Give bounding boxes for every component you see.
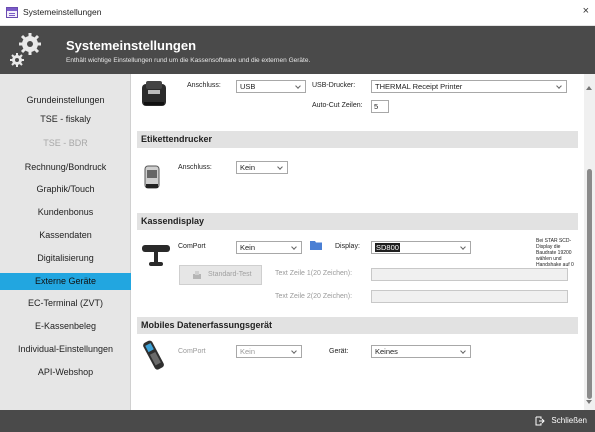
handheld-scanner-icon <box>143 340 164 370</box>
display-comport-value: Kein <box>240 243 256 252</box>
chevron-down-icon <box>293 81 303 92</box>
display-comport-label: ComPort <box>178 243 206 250</box>
sidebar-item-digitalisierung[interactable]: Digitalisierung <box>0 250 131 267</box>
settings-app-icon <box>6 7 18 18</box>
test-icon <box>193 271 201 279</box>
chevron-down-icon <box>458 242 468 253</box>
sidebar-item-api-webshop[interactable]: API-Webshop <box>0 364 131 381</box>
line1-label: Text Zeile 1(20 Zeichen): <box>275 270 353 277</box>
sidebar-item-externe-geraete[interactable]: Externe Geräte <box>0 273 131 290</box>
content-scrollbar[interactable] <box>584 74 595 410</box>
label-connection-dropdown[interactable]: Kein <box>236 161 288 174</box>
standard-test-label: Standard-Test <box>208 271 252 278</box>
page-title: Systemeinstellungen <box>66 38 197 53</box>
sidebar-item-tse-bdr: TSE - BDR <box>43 138 88 148</box>
usb-printer-label: USB-Drucker: <box>312 82 356 89</box>
sidebar-item-individual-einstellungen[interactable]: Individual-Einstellungen <box>0 341 131 358</box>
scroll-up-icon[interactable] <box>586 86 592 90</box>
mobile-comport-value: Kein <box>240 347 256 356</box>
sidebar-item-graphik-touch[interactable]: Graphik/Touch <box>0 181 131 198</box>
usb-printer-dropdown[interactable]: THERMAL Receipt Printer <box>371 80 567 93</box>
sidebar: Grundeinstellungen TSE - fiskaly TSE - B… <box>0 74 131 410</box>
mobile-device-label: Gerät: <box>329 348 349 355</box>
exit-icon <box>535 416 546 426</box>
label-connection-label: Anschluss: <box>178 164 212 171</box>
scroll-down-icon[interactable] <box>586 400 592 404</box>
close-settings-label: Schließen <box>551 416 587 425</box>
sidebar-item-kassendaten[interactable]: Kassendaten <box>0 227 131 244</box>
sidebar-item-rechnung-bondruck[interactable]: Rechnung/Bondruck <box>0 159 131 176</box>
chevron-down-icon <box>275 162 285 173</box>
window-titlebar: Systemeinstellungen × <box>0 0 595 26</box>
line2-input[interactable] <box>371 290 568 303</box>
close-settings-button[interactable]: Schließen <box>535 415 587 427</box>
section-label-printer: Etikettendrucker <box>137 131 578 148</box>
sidebar-item-kundenbonus[interactable]: Kundenbonus <box>0 204 131 221</box>
line1-input[interactable] <box>371 268 568 281</box>
display-type-label: Display: <box>335 243 360 250</box>
chevron-down-icon <box>289 242 299 253</box>
gears-icon <box>10 33 41 67</box>
display-comport-dropdown[interactable]: Kein <box>236 241 302 254</box>
usb-printer-value: THERMAL Receipt Printer <box>375 82 463 91</box>
receipt-printer-icon <box>142 81 166 106</box>
receipt-connection-value: USB <box>240 82 256 91</box>
label-printer-icon <box>144 165 160 189</box>
chevron-down-icon <box>289 346 299 357</box>
sidebar-item-ec-terminal[interactable]: EC-Terminal (ZVT) <box>0 295 131 312</box>
mobile-device-value: Keines <box>375 347 398 356</box>
mobile-comport-label: ComPort <box>178 348 206 355</box>
label-connection-value: Kein <box>240 163 256 172</box>
line2-label: Text Zeile 2(20 Zeichen): <box>275 293 353 300</box>
sidebar-item-e-kassenbeleg[interactable]: E-Kassenbeleg <box>0 318 131 335</box>
folder-icon[interactable] <box>309 239 323 251</box>
page-footer: Schließen <box>0 410 595 432</box>
standard-test-button[interactable]: Standard-Test <box>179 265 262 285</box>
chevron-down-icon <box>554 81 564 92</box>
window-close-button[interactable]: × <box>583 5 589 17</box>
receipt-connection-dropdown[interactable]: USB <box>236 80 306 93</box>
mobile-device-dropdown[interactable]: Keines <box>371 345 471 358</box>
autocut-input[interactable]: 5 <box>371 100 389 113</box>
display-type-dropdown[interactable]: SD800 <box>371 241 471 254</box>
section-mobile-data: Mobiles Datenerfassungsgerät <box>137 317 578 334</box>
sidebar-item-tse-fiskaly[interactable]: TSE - fiskaly <box>0 111 131 128</box>
mobile-comport-dropdown[interactable]: Kein <box>236 345 302 358</box>
customer-display-icon <box>142 245 170 266</box>
autocut-label: Auto-Cut Zeilen: <box>312 102 363 109</box>
receipt-connection-label: Anschluss: <box>187 82 221 89</box>
page-header: Systemeinstellungen Enthält wichtige Ein… <box>0 26 595 74</box>
display-type-value: SD800 <box>375 243 400 252</box>
sidebar-item-grundeinstellungen[interactable]: Grundeinstellungen <box>0 92 131 109</box>
settings-content: Anschluss: USB USB-Drucker: THERMAL Rece… <box>132 74 584 410</box>
chevron-down-icon <box>458 346 468 357</box>
page-subtitle: Enthält wichtige Einstellungen rund um d… <box>66 57 311 64</box>
section-customer-display: Kassendisplay <box>137 213 578 230</box>
scroll-thumb[interactable] <box>587 169 592 399</box>
window-title: Systemeinstellungen <box>23 7 102 17</box>
